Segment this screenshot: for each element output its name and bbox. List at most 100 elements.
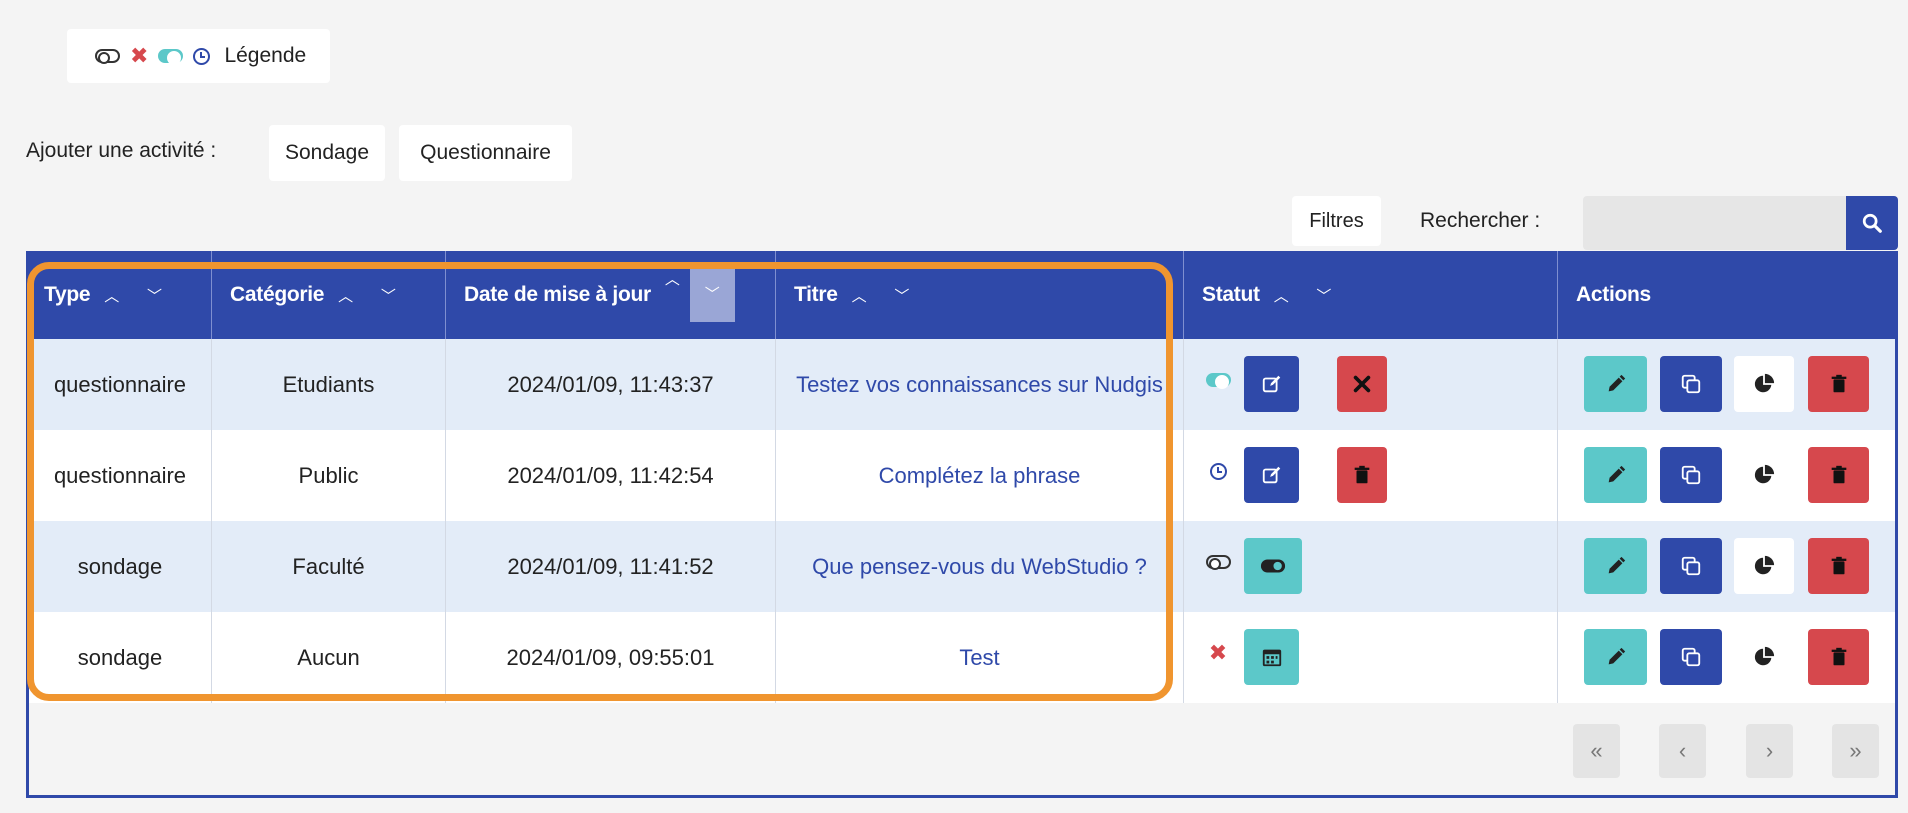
- col-date-label: Date de mise à jour: [464, 283, 651, 306]
- pie-chart-icon: [1754, 555, 1775, 575]
- cell-titre-link[interactable]: Test: [775, 612, 1183, 703]
- delete-button[interactable]: [1808, 447, 1869, 503]
- sort-asc-icon[interactable]: ︿: [665, 268, 680, 322]
- toggle-status-button[interactable]: [1244, 538, 1302, 594]
- cell-titre-link[interactable]: Testez vos connaissances sur Nudgis: [775, 339, 1183, 430]
- sort-asc-icon[interactable]: ︿: [104, 285, 119, 306]
- pie-chart-icon: [1754, 464, 1775, 484]
- cell-titre-link[interactable]: Complétez la phrase: [775, 430, 1183, 521]
- copy-icon: [1681, 465, 1701, 485]
- delete-status-button[interactable]: [1337, 447, 1387, 503]
- cell-titre-link[interactable]: Que pensez-vous du WebStudio ?: [775, 521, 1183, 612]
- x-icon: ✖: [1208, 640, 1228, 665]
- delete-button[interactable]: [1808, 629, 1869, 685]
- close-icon: [1353, 375, 1371, 393]
- cell-type: questionnaire: [53, 371, 187, 397]
- cell-categorie: Public: [211, 430, 445, 521]
- sort-asc-icon[interactable]: ︿: [852, 285, 867, 306]
- cell-date: 2024/01/09, 09:55:01: [445, 612, 775, 703]
- clock-icon: [1209, 462, 1227, 480]
- cell-type: questionnaire: [53, 462, 187, 488]
- calendar-icon: [1262, 649, 1281, 667]
- trash-icon: [1354, 465, 1370, 484]
- cell-type: sondage: [77, 553, 163, 579]
- cell-date: 2024/01/09, 11:41:52: [445, 521, 775, 612]
- cell-date: 2024/01/09, 11:43:37: [445, 339, 775, 430]
- sort-asc-icon[interactable]: ︿: [338, 285, 353, 306]
- delete-button[interactable]: [1808, 538, 1869, 594]
- pencil-icon: [1608, 647, 1625, 665]
- legend-label: Légende: [224, 44, 307, 67]
- duplicate-button[interactable]: [1660, 447, 1722, 503]
- col-actions: Actions: [1557, 251, 1898, 339]
- edit-icon: [1262, 466, 1280, 484]
- status-indicator: ✖: [1205, 640, 1231, 666]
- cell-date: 2024/01/09, 11:42:54: [445, 430, 775, 521]
- page-prev-button[interactable]: ‹: [1659, 724, 1706, 778]
- stats-button[interactable]: [1734, 356, 1794, 412]
- search-input[interactable]: [1583, 196, 1846, 250]
- cell-statut: [1183, 521, 1557, 612]
- col-date[interactable]: Date de mise à jour ︿ ﹀: [445, 251, 775, 339]
- col-type-label: Type: [44, 283, 91, 306]
- stats-button[interactable]: [1734, 629, 1794, 685]
- col-statut[interactable]: Statut ︿ ﹀: [1183, 251, 1557, 339]
- delete-button[interactable]: [1808, 356, 1869, 412]
- col-type[interactable]: Type ︿ ﹀: [26, 251, 211, 339]
- search-button[interactable]: [1846, 196, 1898, 250]
- edit-icon: [1262, 375, 1280, 393]
- col-statut-label: Statut: [1202, 283, 1260, 306]
- pencil-icon: [1608, 556, 1625, 574]
- stats-button[interactable]: [1734, 538, 1794, 594]
- stats-button[interactable]: [1734, 447, 1794, 503]
- sort-desc-icon[interactable]: ﹀: [1316, 285, 1331, 306]
- cell-categorie: Etudiants: [211, 339, 445, 430]
- col-titre[interactable]: Titre ︿ ﹀: [775, 251, 1183, 339]
- pencil-icon: [1608, 465, 1625, 483]
- duplicate-button[interactable]: [1660, 356, 1722, 412]
- trash-icon: [1831, 374, 1846, 393]
- add-questionnaire-button[interactable]: Questionnaire: [399, 125, 572, 181]
- col-categorie[interactable]: Catégorie ︿ ﹀: [211, 251, 445, 339]
- col-titre-label: Titre: [794, 283, 838, 306]
- cell-categorie: Aucun: [211, 612, 445, 703]
- copy-icon: [1681, 374, 1701, 394]
- sort-desc-active-icon[interactable]: ﹀: [689, 268, 735, 322]
- trash-icon: [1831, 647, 1846, 666]
- toggle-on-icon: [1205, 373, 1231, 389]
- page-last-button[interactable]: »: [1832, 724, 1879, 778]
- clock-icon: [193, 47, 211, 65]
- page-first-button[interactable]: «: [1573, 724, 1620, 778]
- search-label: Rechercher :: [1420, 209, 1541, 232]
- cell-type: sondage: [77, 644, 163, 670]
- add-activity-label: Ajouter une activité :: [26, 139, 217, 162]
- schedule-button[interactable]: [1244, 629, 1299, 685]
- edit-pencil-button[interactable]: [1584, 629, 1647, 685]
- pie-chart-icon: [1754, 373, 1775, 393]
- edit-pencil-button[interactable]: [1584, 538, 1647, 594]
- sort-desc-icon[interactable]: ﹀: [147, 285, 162, 306]
- edit-button[interactable]: [1244, 356, 1299, 412]
- filters-button[interactable]: Filtres: [1292, 196, 1381, 246]
- page-next-button[interactable]: ›: [1746, 724, 1793, 778]
- toggle-icon: [1260, 559, 1286, 573]
- status-indicator: [1205, 367, 1231, 393]
- sort-asc-icon[interactable]: ︿: [1274, 285, 1289, 306]
- add-sondage-button[interactable]: Sondage: [269, 125, 385, 181]
- pencil-icon: [1608, 374, 1625, 392]
- sort-desc-icon[interactable]: ﹀: [894, 285, 909, 306]
- pie-chart-icon: [1754, 646, 1775, 666]
- x-icon: ✖: [130, 43, 149, 68]
- search-icon: [1862, 213, 1882, 233]
- close-button[interactable]: [1337, 356, 1387, 412]
- sort-desc-icon[interactable]: ﹀: [381, 285, 396, 306]
- status-indicator: [1205, 458, 1231, 484]
- col-actions-label: Actions: [1576, 283, 1651, 306]
- duplicate-button[interactable]: [1660, 538, 1722, 594]
- duplicate-button[interactable]: [1660, 629, 1722, 685]
- edit-pencil-button[interactable]: [1584, 447, 1647, 503]
- copy-icon: [1681, 556, 1701, 576]
- edit-pencil-button[interactable]: [1584, 356, 1647, 412]
- edit-button[interactable]: [1244, 447, 1299, 503]
- status-indicator: [1205, 549, 1231, 575]
